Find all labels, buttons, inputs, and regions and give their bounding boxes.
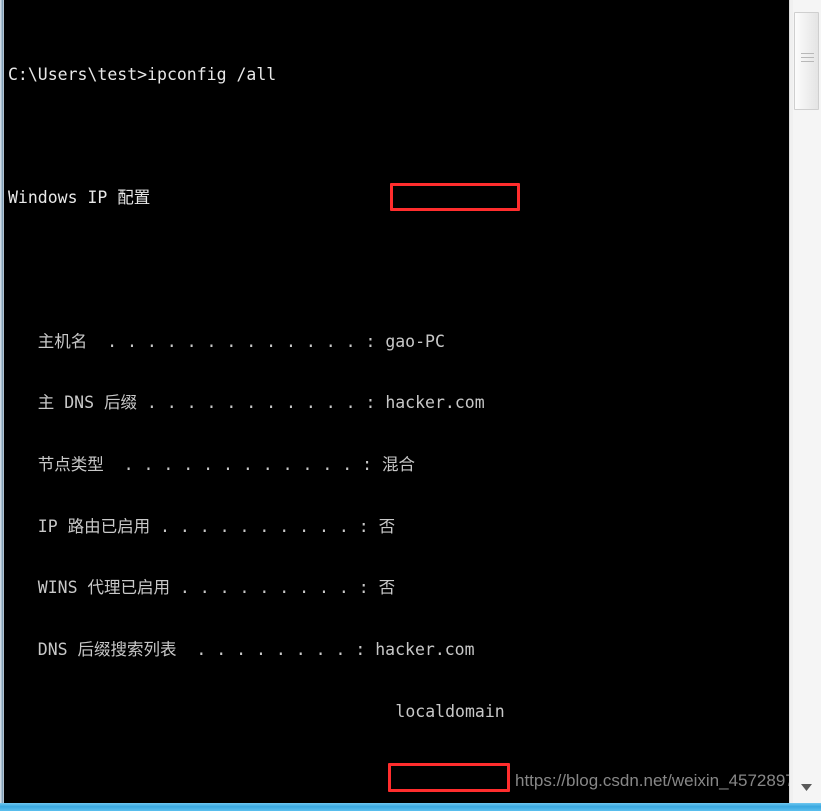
- row-node-type: 节点类型 . . . . . . . . . . . . : 混合: [8, 455, 415, 475]
- row-dns-suffix-search-list-2: localdomain: [8, 701, 505, 721]
- row-wins-proxy-enabled: WINS 代理已启用 . . . . . . . . . : 否: [8, 578, 396, 598]
- scrollbar-track[interactable]: [793, 0, 821, 803]
- console-text: C:\Users\test>ipconfig /all Windows IP 配…: [4, 0, 790, 803]
- row-primary-dns-suffix: 主 DNS 后缀 . . . . . . . . . . . : hacker.…: [8, 393, 485, 413]
- window-bottom-border: [0, 803, 821, 811]
- scrollbar-thumb[interactable]: [794, 12, 819, 110]
- scroll-down-arrow-icon[interactable]: [794, 777, 819, 797]
- vertical-scrollbar[interactable]: [789, 0, 821, 803]
- console-window: C:\Users\test>ipconfig /all Windows IP 配…: [0, 0, 821, 811]
- console-output-area[interactable]: C:\Users\test>ipconfig /all Windows IP 配…: [4, 0, 790, 803]
- csdn-watermark: https://blog.csdn.net/weixin_45728976: [515, 771, 790, 790]
- windows-ip-config-title: Windows IP 配置: [8, 187, 151, 207]
- row-hostname: 主机名 . . . . . . . . . . . . . : gao-PC: [8, 331, 445, 351]
- command-prompt-line: C:\Users\test>ipconfig /all: [8, 64, 277, 84]
- scrollbar-grip-icon: [801, 53, 814, 62]
- row-dns-suffix-search-list: DNS 后缀搜索列表 . . . . . . . . : hacker.com: [8, 639, 475, 659]
- row-ip-routing-enabled: IP 路由已启用 . . . . . . . . . . : 否: [8, 516, 396, 536]
